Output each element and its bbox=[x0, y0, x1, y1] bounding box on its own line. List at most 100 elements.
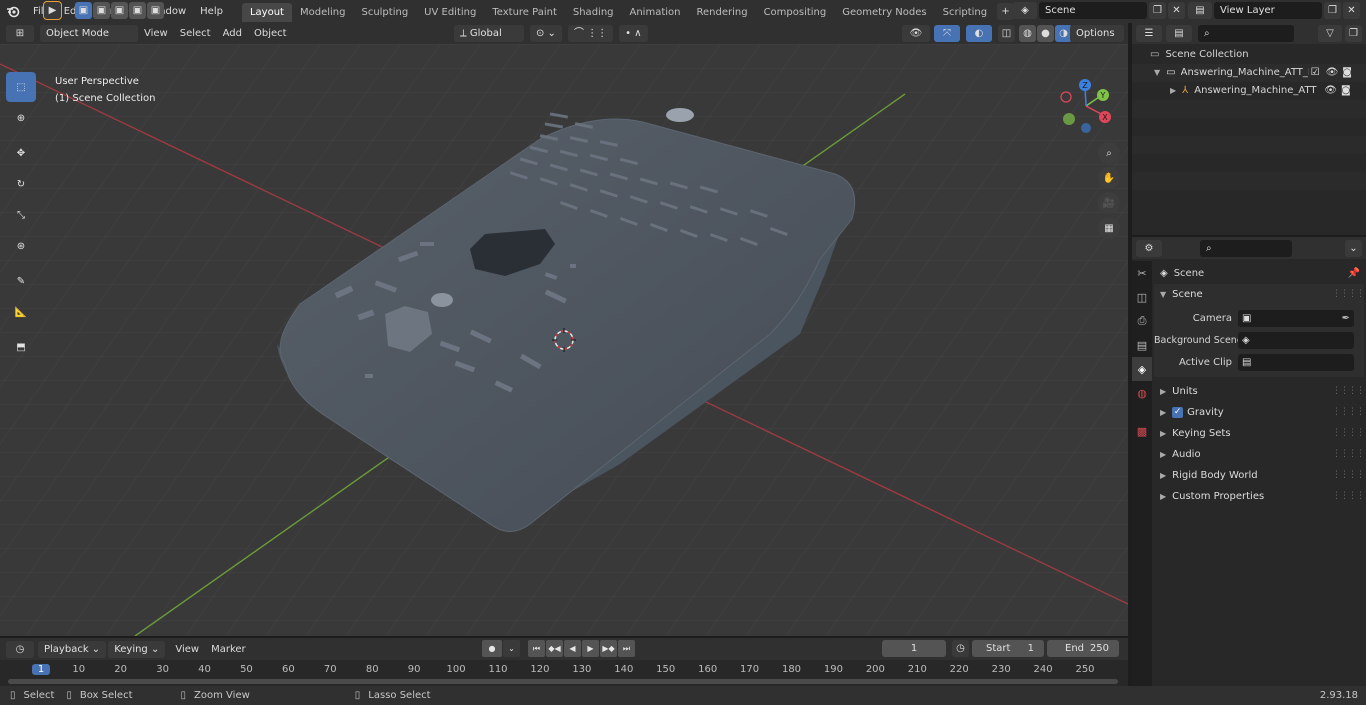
background-scene-field[interactable]: ◈ bbox=[1238, 331, 1354, 349]
active-clip-field[interactable]: ▤ bbox=[1238, 353, 1354, 371]
panel-keying-sets[interactable]: ▶ Keying Sets ⋮⋮⋮⋮ bbox=[1154, 423, 1365, 444]
prev-keyframe-icon[interactable]: ◆◀ bbox=[546, 640, 563, 657]
expand-down-icon[interactable]: ▼ bbox=[1154, 64, 1160, 82]
gravity-checkbox[interactable]: ✓ bbox=[1172, 407, 1184, 418]
scale-tool-icon[interactable]: ⤡ bbox=[6, 200, 36, 230]
snap-icon[interactable]: ⌒ ⋮⋮ bbox=[567, 25, 614, 42]
tweak-tool-icon[interactable]: ▶ bbox=[43, 1, 62, 20]
transform-tool-icon[interactable]: ⊛ bbox=[6, 231, 36, 261]
drag-handle-icon[interactable]: ⋮⋮⋮⋮ bbox=[1332, 402, 1365, 423]
gizmo-toggle-icon[interactable]: ⤧ bbox=[934, 25, 960, 42]
xray-toggle-icon[interactable]: ◫ bbox=[998, 25, 1015, 42]
scene-section-header[interactable]: ▼ Scene ⋮⋮⋮⋮ bbox=[1154, 284, 1365, 305]
jump-start-icon[interactable]: ⏮ bbox=[528, 640, 545, 657]
pan-hand-icon[interactable]: ✋ bbox=[1098, 167, 1120, 189]
pin-icon[interactable]: 📌 bbox=[1348, 268, 1360, 279]
scene-icon[interactable]: ◈ bbox=[1013, 2, 1037, 19]
record-options-icon[interactable]: ⌄ bbox=[503, 640, 520, 657]
properties-search-input[interactable]: ⌕ bbox=[1200, 239, 1292, 257]
play-reverse-icon[interactable]: ◀ bbox=[564, 640, 581, 657]
record-icon[interactable]: ● bbox=[482, 640, 502, 657]
jump-end-icon[interactable]: ⏭ bbox=[618, 640, 635, 657]
playback-menu[interactable]: Playback ⌄ bbox=[38, 640, 107, 658]
tab-animation[interactable]: Animation bbox=[622, 3, 689, 22]
editor-type-icon[interactable]: ⊞ bbox=[6, 25, 34, 42]
camera-render-icon[interactable]: ◙ bbox=[1341, 82, 1351, 100]
delete-view-layer-icon[interactable]: ✕ bbox=[1343, 2, 1360, 19]
select-invert-icon[interactable]: ▣ bbox=[129, 2, 146, 19]
select-subtract-icon[interactable]: ▣ bbox=[111, 2, 128, 19]
view-layer-icon[interactable]: ▤ bbox=[1188, 2, 1212, 19]
cursor-tool-icon[interactable]: ⊕ bbox=[6, 103, 36, 133]
filter-icon[interactable]: ▽ bbox=[1318, 25, 1342, 42]
camera-render-icon[interactable]: ◙ bbox=[1342, 64, 1352, 82]
blender-logo-icon[interactable] bbox=[0, 0, 26, 23]
current-frame-indicator[interactable]: 1 bbox=[32, 664, 50, 675]
shading-wireframe-icon[interactable]: ◍ bbox=[1019, 25, 1036, 42]
zoom-icon[interactable]: ⌕ bbox=[1098, 142, 1120, 164]
navigation-gizmo[interactable]: X Y Z bbox=[1058, 78, 1116, 136]
scene-name-field[interactable]: Scene bbox=[1039, 2, 1147, 19]
current-frame-field[interactable]: 1 bbox=[882, 640, 946, 657]
annotate-tool-icon[interactable]: ✎ bbox=[6, 266, 36, 296]
end-frame-field[interactable]: End 250 bbox=[1047, 640, 1119, 657]
drag-handle-icon[interactable]: ⋮⋮⋮⋮ bbox=[1332, 465, 1365, 486]
tab-shading[interactable]: Shading bbox=[565, 3, 622, 22]
tab-texture-paint[interactable]: Texture Paint bbox=[484, 3, 565, 22]
tab-uv-editing[interactable]: UV Editing bbox=[416, 3, 484, 22]
new-scene-icon[interactable]: ❐ bbox=[1149, 2, 1166, 19]
options-dropdown[interactable]: Options ⌄ bbox=[1070, 25, 1124, 56]
panel-rigid-body-world[interactable]: ▶ Rigid Body World ⋮⋮⋮⋮ bbox=[1154, 465, 1365, 486]
outliner-scene-collection[interactable]: ▭ Scene Collection bbox=[1132, 46, 1366, 64]
view-layer-field[interactable]: View Layer bbox=[1214, 2, 1322, 19]
drag-handle-icon[interactable]: ⋮⋮⋮⋮ bbox=[1332, 486, 1365, 507]
shading-solid-icon[interactable]: ● bbox=[1037, 25, 1054, 42]
tab-compositing[interactable]: Compositing bbox=[756, 3, 835, 22]
outliner-item[interactable]: ▶ ⅄ Answering_Machine_ATT 👁 ◙ bbox=[1132, 82, 1366, 100]
scene-selector[interactable]: ◈ Scene ❐ ✕ bbox=[1013, 2, 1185, 19]
keying-menu[interactable]: Keying ⌄ bbox=[108, 640, 166, 658]
next-keyframe-icon[interactable]: ▶◆ bbox=[600, 640, 617, 657]
expand-right-icon[interactable]: ▶ bbox=[1170, 82, 1176, 100]
tab-rendering[interactable]: Rendering bbox=[688, 3, 755, 22]
select-new-icon[interactable]: ▣ bbox=[75, 2, 92, 19]
delete-scene-icon[interactable]: ✕ bbox=[1168, 2, 1185, 19]
tab-scripting[interactable]: Scripting bbox=[935, 3, 995, 22]
overlay-toggle-icon[interactable]: ◐ bbox=[966, 25, 992, 42]
timeline-scrollbar[interactable] bbox=[8, 679, 1118, 684]
outliner-editor-icon[interactable]: ☰ bbox=[1136, 25, 1162, 42]
properties-options-icon[interactable]: ⌄ bbox=[1345, 239, 1362, 257]
perspective-toggle-icon[interactable]: ▦ bbox=[1098, 217, 1120, 239]
outliner-search-input[interactable]: ⌕ bbox=[1198, 25, 1294, 42]
move-tool-icon[interactable]: ✥ bbox=[6, 138, 36, 168]
eyedropper-icon[interactable]: ✒ bbox=[1342, 310, 1350, 327]
transform-orientation[interactable]: ⟂ Global ⊙ ⌄ ⌒ ⋮⋮ • ∧ bbox=[454, 25, 648, 42]
select-extend-icon[interactable]: ▣ bbox=[93, 2, 110, 19]
drag-handle-icon[interactable]: ⋮⋮⋮⋮ bbox=[1332, 423, 1365, 444]
tab-modeling[interactable]: Modeling bbox=[292, 3, 354, 22]
tab-sculpting[interactable]: Sculpting bbox=[353, 3, 416, 22]
outliner-item[interactable]: ▼ ▭ Answering_Machine_ATT_Bla ☑ 👁 ◙ bbox=[1132, 64, 1366, 82]
scene-tab-icon[interactable]: ◈ bbox=[1132, 357, 1152, 381]
select-box-tool-icon[interactable]: ⬚ bbox=[6, 72, 36, 102]
view-layer-tab-icon[interactable]: ▤ bbox=[1132, 333, 1152, 357]
view-layer-selector[interactable]: ▤ View Layer ❐ ✕ bbox=[1188, 2, 1360, 19]
timeline-menu-marker[interactable]: Marker bbox=[205, 644, 252, 655]
add-workspace-icon[interactable]: + bbox=[997, 3, 1015, 20]
visibility-icon[interactable]: 👁 bbox=[902, 25, 930, 42]
new-collection-icon[interactable]: ❐ bbox=[1345, 25, 1362, 42]
texture-tab-icon[interactable]: ▩ bbox=[1132, 419, 1152, 443]
timeline-menu-view[interactable]: View bbox=[169, 644, 205, 655]
3d-viewport[interactable] bbox=[0, 44, 1128, 636]
camera-view-icon[interactable]: 🎥 bbox=[1098, 192, 1120, 214]
panel-custom-properties[interactable]: ▶ Custom Properties ⋮⋮⋮⋮ bbox=[1154, 486, 1365, 507]
panel-audio[interactable]: ▶ Audio ⋮⋮⋮⋮ bbox=[1154, 444, 1365, 465]
orientation-dropdown[interactable]: ⟂ Global bbox=[454, 25, 524, 42]
measure-tool-icon[interactable]: 📐 bbox=[6, 297, 36, 327]
proportional-edit-icon[interactable]: • ∧ bbox=[619, 25, 648, 42]
timeline-editor-icon[interactable]: ◷ bbox=[6, 640, 34, 658]
start-frame-field[interactable]: Start 1 bbox=[972, 640, 1044, 657]
viewport-menu-object[interactable]: Object bbox=[248, 28, 293, 39]
properties-editor-icon[interactable]: ⚙ bbox=[1136, 239, 1162, 257]
rotate-tool-icon[interactable]: ↻ bbox=[6, 169, 36, 199]
